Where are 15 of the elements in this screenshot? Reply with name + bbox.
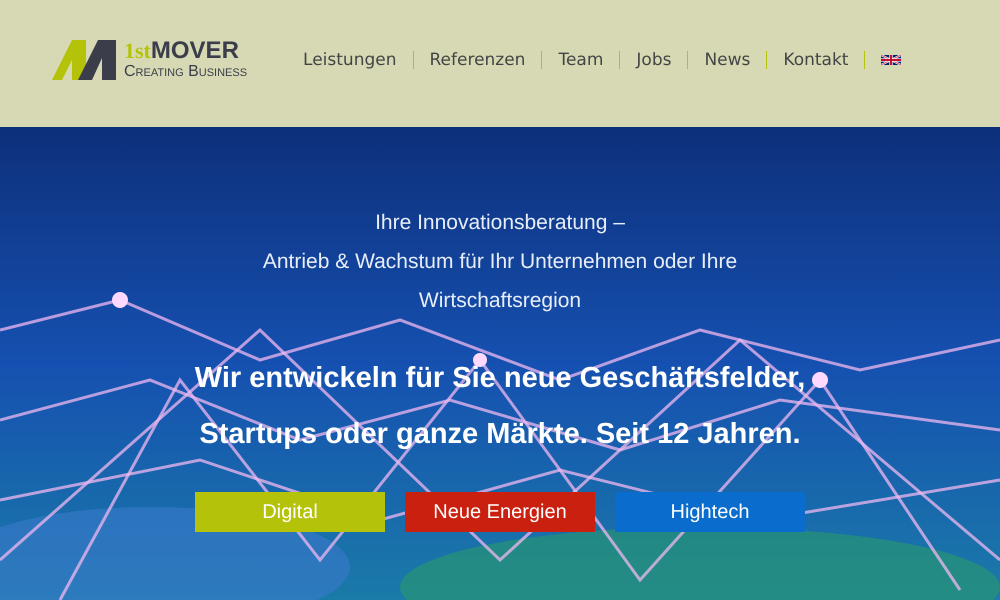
nav-link[interactable]: Referenzen (430, 50, 526, 70)
category-button[interactable]: Neue Energien (405, 492, 595, 532)
intro-text: Ihre Innovationsberatung – (374, 210, 626, 236)
nav-link[interactable]: Leistungen (303, 50, 396, 70)
nav-link[interactable]: Kontakt (783, 50, 848, 70)
category-button[interactable]: Hightech (615, 492, 805, 532)
flag-icon[interactable] (881, 54, 902, 64)
intro-text: Antrieb & Wachstum für Ihr Unternehmen oder Ihre (262, 249, 738, 275)
logo-tagline: Creating Business (124, 62, 248, 80)
intro-text: Wirtschaftsregion (418, 288, 582, 314)
nav-link[interactable]: Jobs (636, 50, 672, 70)
logo-icon (52, 40, 116, 80)
nav-link[interactable]: News (704, 50, 750, 70)
nav-link[interactable]: Team (558, 50, 604, 70)
logo-wordmark: 1stMOVER (124, 38, 240, 62)
